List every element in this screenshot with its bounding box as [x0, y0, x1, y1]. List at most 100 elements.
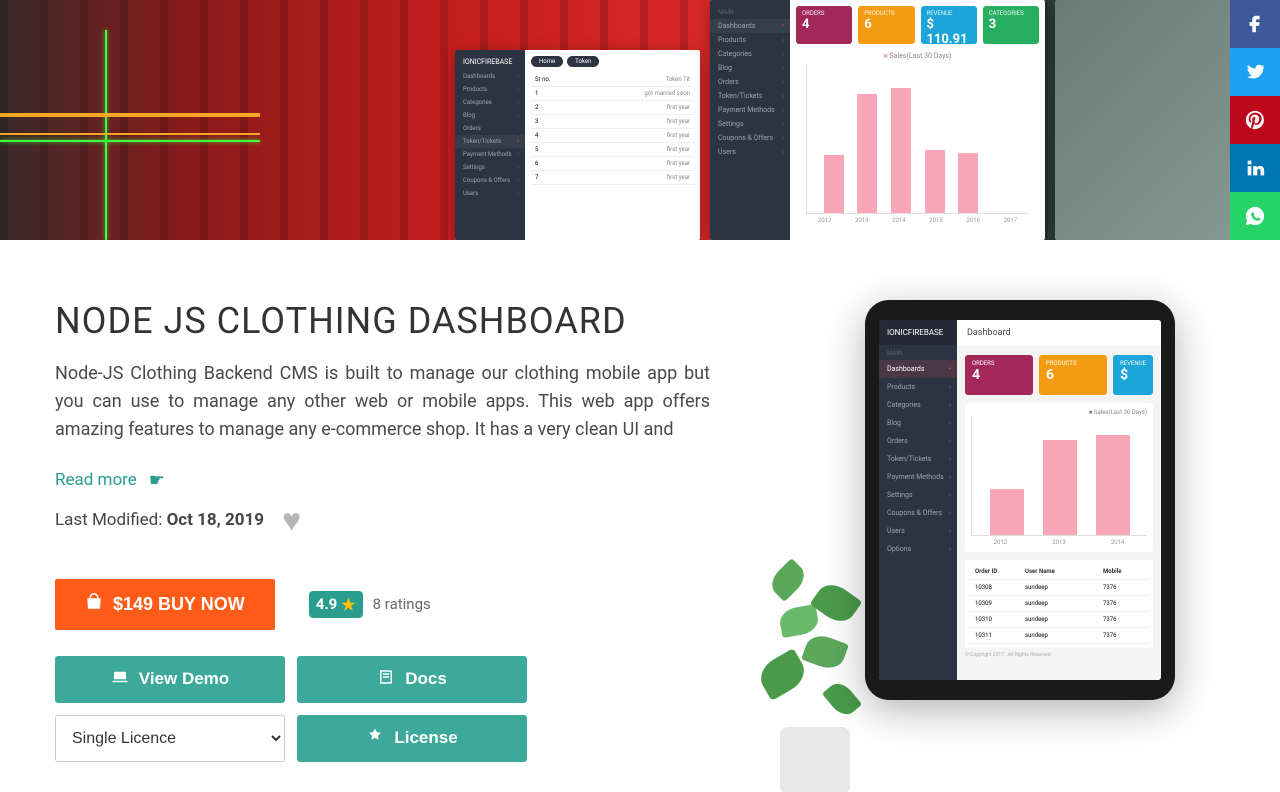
hero-banner: IONICFIREBASE Dashboards Products Catego…	[0, 0, 1280, 240]
tablet-logo: IONICFIREBASE	[879, 320, 957, 345]
tablet-chart-bar	[1043, 440, 1077, 535]
tablet-nav-item: Categories	[879, 396, 957, 414]
stat-card-categories: CATEGORIES3	[983, 6, 1039, 44]
overlay-line	[105, 30, 107, 240]
chart-bar	[857, 94, 877, 213]
chart-bar	[891, 88, 911, 213]
tablet-chart-bar	[1096, 435, 1130, 535]
view-demo-button[interactable]: View Demo	[55, 656, 285, 703]
chart-xlabel: 2013	[855, 217, 869, 224]
preview-nav-item: Payment Methods	[455, 148, 525, 161]
tablet-nav-item: Coupons & Offers	[879, 504, 957, 522]
demo-button-label: View Demo	[139, 669, 229, 689]
social-share-bar	[1230, 0, 1280, 240]
dashboard-preview-large: MAIN Dashboards Products Categories Blog…	[710, 0, 1045, 240]
linkedin-icon	[1244, 157, 1266, 179]
chart-legend: Sales(Last 30 Days)	[796, 52, 1039, 60]
overlay-line	[0, 113, 260, 117]
stat-card-orders: ORDERS4	[796, 6, 852, 44]
chart-xlabel: 2014	[892, 217, 906, 224]
preview-nav-item: Products	[455, 83, 525, 96]
tablet-table: Order IDUser NameMobile 10308sundeep7376…	[965, 560, 1153, 648]
tablet-nav-item: Users	[879, 522, 957, 540]
tablet-chart-bar	[990, 489, 1024, 535]
preview-tab: Home	[531, 56, 563, 67]
certificate-icon	[366, 727, 384, 750]
linkedin-share-button[interactable]	[1230, 144, 1280, 192]
preview-nav-item: Products	[710, 33, 790, 47]
product-description: Node-JS Clothing Backend CMS is built to…	[55, 360, 710, 444]
sales-chart	[806, 64, 1029, 214]
tablet-chart-xlabel: 2014	[1111, 539, 1125, 546]
pinterest-share-button[interactable]	[1230, 96, 1280, 144]
stat-card-products: PRODUCTS6	[858, 6, 914, 44]
preview-nav-item: Token/Tickets	[455, 135, 525, 148]
preview-nav-item: Coupons & Offers	[455, 174, 525, 187]
tablet-nav-item: Token/Tickets	[879, 450, 957, 468]
preview-nav-item: Orders	[710, 75, 790, 89]
pointing-hand-icon: ☛	[149, 470, 165, 491]
stat-card-revenue: REVENUE$ 110.91	[921, 6, 977, 44]
rating-group: 4.9★ 8 ratings	[309, 591, 431, 618]
license-button-label: License	[394, 728, 457, 748]
overlay-line	[0, 133, 260, 135]
docs-button-label: Docs	[405, 669, 447, 689]
preview-nav-item: Dashboards	[455, 70, 525, 83]
chart-bar	[958, 153, 978, 213]
preview-nav-item: Categories	[710, 47, 790, 61]
license-select[interactable]: Single Licence	[55, 715, 285, 762]
facebook-share-button[interactable]	[1230, 0, 1280, 48]
laptop-icon	[111, 668, 129, 691]
tablet-nav-item: Dashboards	[879, 360, 957, 378]
read-more-link[interactable]: Read more	[55, 470, 137, 490]
tablet-stat-card: ORDERS4	[965, 355, 1033, 395]
preview-nav-item: Users	[455, 187, 525, 200]
preview-nav-item: Token/Tickets	[710, 89, 790, 103]
tablet-section-label: MAIN	[879, 345, 957, 360]
chart-bar	[824, 155, 844, 213]
tablet-nav-item: Options	[879, 540, 957, 558]
preview-nav-item: Coupons & Offers	[710, 131, 790, 145]
tablet-footer: © Copyright 2017 . All Rights Reserved	[957, 648, 1161, 662]
chart-xlabel: 2017	[1004, 217, 1018, 224]
star-icon: ★	[341, 595, 355, 614]
tablet-mockup: IONICFIREBASE MAIN Dashboards Products C…	[865, 300, 1175, 700]
preview-nav-item: Payment Methods	[710, 103, 790, 117]
tablet-nav-item: Orders	[879, 432, 957, 450]
whatsapp-icon	[1244, 205, 1266, 227]
docs-button[interactable]: Docs	[297, 656, 527, 703]
favorite-button[interactable]: ♥	[282, 501, 301, 539]
tablet-header: Dashboard	[957, 320, 1161, 347]
preview-tab: Token	[567, 56, 599, 67]
decorative-plant	[750, 512, 880, 792]
twitter-icon	[1244, 61, 1266, 83]
preview-logo: IONICFIREBASE	[455, 54, 525, 70]
chart-xlabel: 2012	[818, 217, 832, 224]
license-button[interactable]: License	[297, 715, 527, 762]
whatsapp-share-button[interactable]	[1230, 192, 1280, 240]
tablet-nav-item: Settings	[879, 486, 957, 504]
tablet-stat-card: PRODUCTS6	[1039, 355, 1107, 395]
preview-nav-item: Settings	[455, 161, 525, 174]
rating-badge: 4.9★	[309, 591, 363, 618]
preview-nav-item: Categories	[455, 96, 525, 109]
preview-nav-item: Dashboards	[710, 19, 790, 33]
preview-nav-item: Orders	[455, 122, 525, 135]
preview-nav-item: Blog	[710, 61, 790, 75]
preview-nav-item: Settings	[710, 117, 790, 131]
buy-now-button[interactable]: $149 BUY NOW	[55, 579, 275, 630]
tablet-chart-xlabel: 2013	[1052, 539, 1066, 546]
page-title: NODE JS CLOTHING DASHBOARD	[55, 300, 710, 342]
overlay-line	[0, 140, 260, 142]
tablet-nav-item: Blog	[879, 414, 957, 432]
tablet-nav-item: Payment Methods	[879, 468, 957, 486]
tablet-chart-xlabel: 2012	[994, 539, 1008, 546]
preview-nav-item: Users	[710, 145, 790, 159]
shopping-bag-icon	[85, 593, 103, 616]
twitter-share-button[interactable]	[1230, 48, 1280, 96]
last-modified-label: Last Modified: Oct 18, 2019	[55, 510, 264, 530]
chart-bar	[925, 150, 945, 213]
dashboard-preview-small: IONICFIREBASE Dashboards Products Catego…	[455, 50, 700, 240]
preview-nav-item: Blog	[455, 109, 525, 122]
buy-button-label: $149 BUY NOW	[113, 594, 245, 615]
